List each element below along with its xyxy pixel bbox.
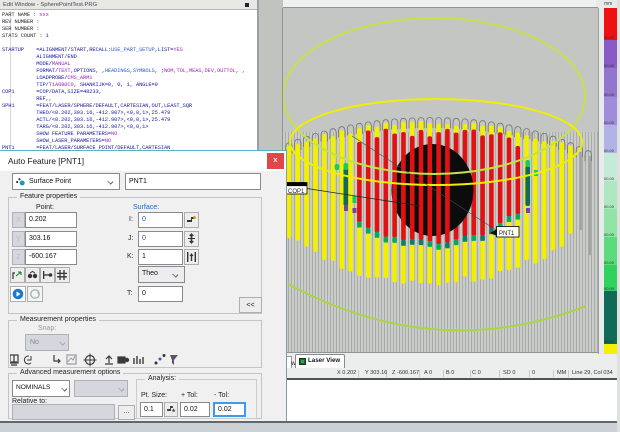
svg-text:PNT1: PNT1 <box>499 231 515 237</box>
svg-text:COP1: COP1 <box>288 189 305 195</box>
